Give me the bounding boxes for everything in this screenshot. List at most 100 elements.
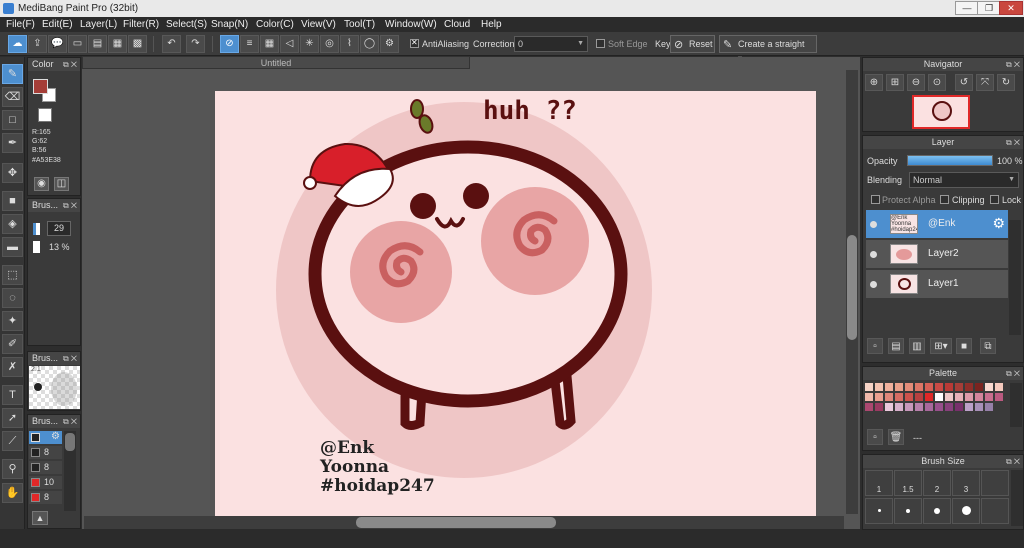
chat-icon[interactable]: 💬 xyxy=(48,35,67,53)
select-eraser-tool-icon[interactable]: ✗ xyxy=(2,357,23,377)
palette-swatch[interactable] xyxy=(915,393,923,401)
snap-circle-icon[interactable]: ◎ xyxy=(320,35,339,53)
palette-swatch[interactable] xyxy=(925,403,933,411)
scrollbar-thumb[interactable] xyxy=(356,517,556,528)
palette-swatch[interactable] xyxy=(965,403,973,411)
brush-list-item[interactable]: 8 xyxy=(29,491,62,504)
duplicate-layer-icon[interactable]: ⧉ xyxy=(980,338,996,354)
protect-alpha-checkbox[interactable] xyxy=(871,195,880,204)
palette-swatch[interactable] xyxy=(885,403,893,411)
snap-radial-icon[interactable]: ✳ xyxy=(300,35,319,53)
palette-swatch[interactable] xyxy=(865,403,873,411)
drawing-canvas[interactable]: huh ?? @Enk Yoonna #hoidap247 xyxy=(215,91,816,516)
opacity-slider[interactable] xyxy=(907,155,993,166)
zoom-fit-icon[interactable]: ⊞ xyxy=(886,74,904,91)
palette-swatch[interactable] xyxy=(915,383,923,391)
document-tab[interactable]: Untitled xyxy=(82,56,470,69)
correction-dropdown[interactable]: 0 ▼ xyxy=(514,36,588,52)
palette-swatch[interactable] xyxy=(985,403,993,411)
snap-off-icon[interactable]: ⊘ xyxy=(220,35,239,53)
redo-icon[interactable]: ↷ xyxy=(186,35,205,53)
palette-swatch[interactable] xyxy=(865,383,873,391)
menu-cloud[interactable]: Cloud xyxy=(444,19,470,30)
palette-swatch[interactable] xyxy=(905,383,913,391)
palette-swatch[interactable] xyxy=(975,403,983,411)
palette-swatch[interactable] xyxy=(955,383,963,391)
document-icon[interactable]: ▤ xyxy=(88,35,107,53)
palette-swatch[interactable] xyxy=(945,383,953,391)
popout-close-icon[interactable]: ⧉ ✕ xyxy=(63,415,77,428)
popout-close-icon[interactable]: ⧉ ✕ xyxy=(63,199,77,212)
menu-help[interactable]: Help xyxy=(481,19,502,30)
new-palette-icon[interactable]: ▫ xyxy=(867,429,883,445)
palette-swatch[interactable] xyxy=(985,383,993,391)
rotate-left-icon[interactable]: ↺ xyxy=(955,74,973,91)
menu-edit[interactable]: Edit(E) xyxy=(42,19,73,30)
palette-swatch[interactable] xyxy=(875,393,883,401)
pen-tool-icon[interactable]: ✒ xyxy=(2,133,23,153)
snap-settings-icon[interactable]: ⚙ xyxy=(380,35,399,53)
lasso-tool-icon[interactable]: ◌ xyxy=(2,288,23,308)
blending-dropdown[interactable]: Normal ▼ xyxy=(909,172,1019,188)
eye-icon[interactable] xyxy=(870,251,877,258)
maximize-button[interactable]: ❐ xyxy=(977,1,1001,15)
popout-close-icon[interactable]: ⧉ ✕ xyxy=(1006,455,1020,468)
palette-swatch[interactable] xyxy=(925,383,933,391)
palette-swatch[interactable] xyxy=(875,403,883,411)
add-brush-icon[interactable]: ▲ xyxy=(32,511,48,525)
snap-parallel-icon[interactable]: ≡ xyxy=(240,35,259,53)
palette-swatch[interactable] xyxy=(955,393,963,401)
brush-size-preset[interactable]: 1.5 xyxy=(894,470,922,496)
straight-line-button[interactable]: ✎Create a straight line xyxy=(719,35,817,65)
palette-swatch[interactable] xyxy=(905,403,913,411)
color-palette-icon[interactable]: ◫ xyxy=(54,177,69,191)
popout-close-icon[interactable]: ⧉ ✕ xyxy=(63,352,77,365)
select-tool-icon[interactable]: ⬚ xyxy=(2,265,23,285)
menu-filter[interactable]: Filter(R) xyxy=(123,19,159,30)
snap-curve-icon[interactable]: ⌇ xyxy=(340,35,359,53)
palette-swatch[interactable] xyxy=(975,383,983,391)
canvas-vertical-scrollbar[interactable] xyxy=(846,70,858,514)
brush-list-item[interactable]: 8 xyxy=(29,446,62,459)
brush-list-item[interactable]: 10 xyxy=(29,476,62,489)
brush-tool-icon[interactable]: ✎ xyxy=(2,64,23,84)
layer-row[interactable]: Layer2 xyxy=(866,240,1008,269)
eye-icon[interactable] xyxy=(870,281,877,288)
folder-icon[interactable]: ■ xyxy=(956,338,972,354)
brush-list-item[interactable]: ⚙ xyxy=(29,431,62,444)
bucket-tool-icon[interactable]: ◈ xyxy=(2,214,23,234)
zoom-out-icon[interactable]: ⊖ xyxy=(907,74,925,91)
palette-swatch[interactable] xyxy=(995,393,1003,401)
color-wheel-icon[interactable]: ◉ xyxy=(34,177,49,191)
palette-swatch[interactable] xyxy=(945,393,953,401)
palette-swatch[interactable] xyxy=(915,403,923,411)
text-tool-icon[interactable]: T xyxy=(2,385,23,405)
brush-size-preset[interactable] xyxy=(981,498,1009,524)
navigator-preview[interactable] xyxy=(912,95,970,129)
snap-perspective-icon[interactable]: ◁ xyxy=(280,35,299,53)
brush-size-preset[interactable]: 1 xyxy=(865,470,893,496)
cloud-icon[interactable]: ☁ xyxy=(8,35,27,53)
delete-palette-icon[interactable]: 🗑 xyxy=(888,429,904,445)
panel-icon[interactable]: ▦ xyxy=(108,35,127,53)
layer-menu-icon[interactable]: ⊞▾ xyxy=(930,338,952,354)
menu-tool[interactable]: Tool(T) xyxy=(344,19,375,30)
palette-swatch[interactable] xyxy=(965,383,973,391)
brush-list-item[interactable]: 8 xyxy=(29,461,62,474)
clipping-checkbox[interactable] xyxy=(940,195,949,204)
select-pen-tool-icon[interactable]: ✐ xyxy=(2,334,23,354)
palette-swatch[interactable] xyxy=(935,403,943,411)
divide-tool-icon[interactable]: ⟋ xyxy=(2,431,23,451)
scrollbar-thumb[interactable] xyxy=(847,235,857,340)
grid-icon[interactable]: ▩ xyxy=(128,35,147,53)
palette-swatch[interactable] xyxy=(925,393,933,401)
menu-select[interactable]: Select(S) xyxy=(166,19,207,30)
brush-size-preset[interactable]: 2 xyxy=(923,470,951,496)
eye-icon[interactable] xyxy=(870,221,877,228)
brush-size-field[interactable]: 29 xyxy=(47,221,71,236)
palette-scrollbar[interactable] xyxy=(1010,383,1022,427)
fit-screen-icon[interactable]: ⤧ xyxy=(976,74,994,91)
palette-swatch[interactable] xyxy=(955,403,963,411)
zoom-actual-icon[interactable]: ⊙ xyxy=(928,74,946,91)
comment-icon[interactable]: ▭ xyxy=(68,35,87,53)
